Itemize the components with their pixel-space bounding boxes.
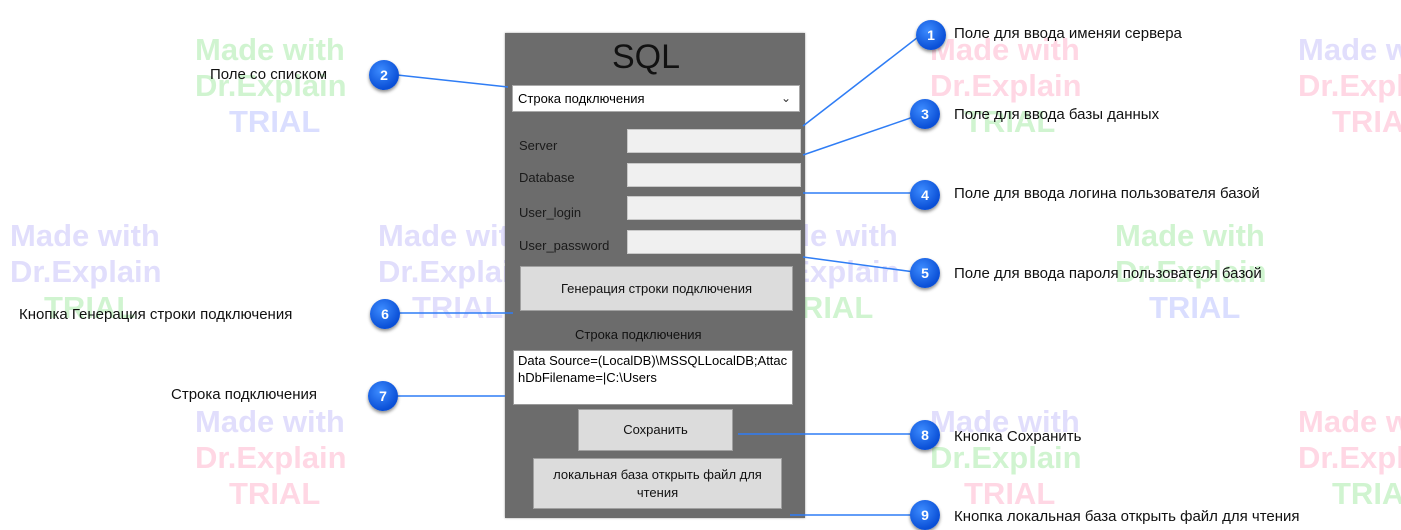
callout-badge-4: 4 <box>910 180 940 210</box>
callout-badge-8: 8 <box>910 420 940 450</box>
callout-text-2: Поле со списком <box>210 66 328 83</box>
callout-line-3 <box>802 113 923 156</box>
callout-text-5: Поле для ввода пароля пользователя базой <box>954 265 1262 282</box>
callout-badge-2: 2 <box>369 60 399 90</box>
callout-text-6: Кнопка Генерация строки подключения <box>19 306 293 323</box>
callout-text-8: Кнопка Сохранить <box>954 428 1082 445</box>
callout-badge-1: 1 <box>916 20 946 50</box>
callout-text-7: Строка подключения <box>171 386 318 403</box>
callout-line-2 <box>387 73 509 88</box>
callout-badge-5: 5 <box>910 258 940 288</box>
callout-line-5 <box>802 256 923 274</box>
callout-badge-7: 7 <box>368 381 398 411</box>
callout-badge-9: 9 <box>910 500 940 530</box>
callout-badge-3: 3 <box>910 99 940 129</box>
callout-text-4: Поле для ввода логина пользователя базой <box>954 185 1260 202</box>
callout-line-1 <box>802 33 923 127</box>
callout-text-3: Поле для ввода базы данных <box>954 106 1160 123</box>
callout-text-1: Поле для ввода именяи сервера <box>954 25 1182 42</box>
callout-text-9: Кнопка локальная база открыть файл для ч… <box>954 508 1300 525</box>
callout-badge-6: 6 <box>370 299 400 329</box>
